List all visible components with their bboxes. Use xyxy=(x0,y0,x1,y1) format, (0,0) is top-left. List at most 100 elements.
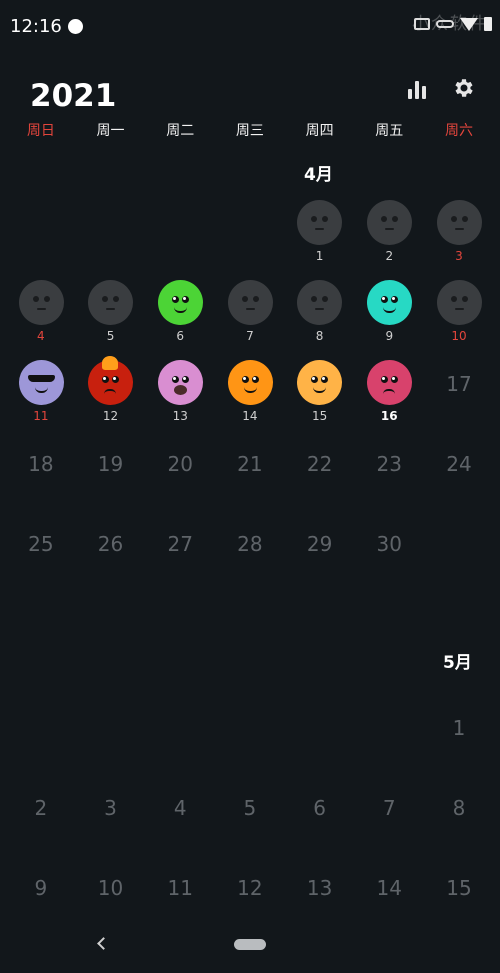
calendar-day-cell[interactable]: 11 xyxy=(6,358,76,438)
day-number: 29 xyxy=(306,532,333,556)
calendar-day-cell[interactable]: 2 xyxy=(354,198,424,278)
day-number: 12 xyxy=(237,876,263,900)
calendar-day-cell[interactable]: 6 xyxy=(285,782,355,862)
gear-icon[interactable] xyxy=(452,76,476,100)
day-number: 22 xyxy=(306,452,333,476)
year-title: 2021 xyxy=(30,78,117,114)
calendar-day-cell[interactable]: 19 xyxy=(76,438,146,518)
calendar-day-cell[interactable]: 29 xyxy=(285,518,355,598)
calendar-day-cell[interactable]: 4 xyxy=(6,278,76,358)
wifi-icon xyxy=(460,17,478,31)
calendar-day-cell[interactable]: 8 xyxy=(285,278,355,358)
day-number: 1 xyxy=(315,249,324,263)
calendar-day-cell[interactable]: 21 xyxy=(215,438,285,518)
day-number: 6 xyxy=(176,329,185,343)
calendar-day-cell[interactable]: 2 xyxy=(6,782,76,862)
weekday-header-row: 周日 周一 周二 周三 周四 周五 周六 xyxy=(6,120,494,140)
calendar-day-cell[interactable]: 17 xyxy=(424,358,494,438)
notification-dot-icon xyxy=(68,19,83,34)
calendar-day-cell[interactable]: 1 xyxy=(424,702,494,782)
day-number: 13 xyxy=(306,876,333,900)
day-number: 4 xyxy=(173,796,187,820)
calendar-day-cell[interactable]: 8 xyxy=(424,782,494,862)
calendar-day-cell[interactable]: 20 xyxy=(145,438,215,518)
calendar-day-cell[interactable]: 12 xyxy=(215,862,285,942)
orange-happy-face-icon xyxy=(227,360,273,405)
calendar-day-cell[interactable]: 5 xyxy=(215,782,285,862)
weekday-label: 周二 xyxy=(166,123,195,139)
weekday-label: 周日 xyxy=(26,123,55,139)
day-number: 9 xyxy=(385,329,394,343)
calendar-day-cell[interactable]: 28 xyxy=(215,518,285,598)
empty-mood-face-icon xyxy=(297,280,343,325)
day-number: 27 xyxy=(167,532,193,556)
day-number: 7 xyxy=(382,796,396,820)
calendar-day-cell[interactable]: 24 xyxy=(424,438,494,518)
calendar-blank-cell xyxy=(354,702,424,782)
day-number: 11 xyxy=(33,409,49,423)
calendar-day-cell[interactable]: 15 xyxy=(285,358,355,438)
may-grid: 1 2 3 4 5 6 7 8 9 10 11 12 13 14 15 xyxy=(6,702,494,942)
bar-chart-icon[interactable] xyxy=(408,79,430,99)
day-number: 5 xyxy=(106,329,115,343)
calendar-day-cell[interactable]: 9 xyxy=(354,278,424,358)
calendar-day-cell[interactable]: 27 xyxy=(145,518,215,598)
calendar-day-cell[interactable]: 9 xyxy=(6,862,76,942)
calendar-day-cell[interactable]: 3 xyxy=(76,782,146,862)
calendar-day-cell[interactable]: 10 xyxy=(76,862,146,942)
status-bar: 12:16 小众软件 xyxy=(0,0,500,54)
day-number: 7 xyxy=(246,329,254,343)
day-number: 1 xyxy=(452,716,466,740)
calendar-day-cell[interactable]: 5 xyxy=(76,278,146,358)
calendar-day-cell[interactable]: 13 xyxy=(285,862,355,942)
calendar-day-cell[interactable]: 4 xyxy=(145,782,215,862)
teal-splash-face-icon xyxy=(366,280,412,325)
day-number: 5 xyxy=(243,796,257,820)
calendar-day-cell[interactable]: 22 xyxy=(285,438,355,518)
calendar-day-cell[interactable]: 14 xyxy=(354,862,424,942)
day-number: 28 xyxy=(237,532,263,556)
month-label-april: 4月 xyxy=(304,165,333,185)
calendar-blank-cell xyxy=(76,702,146,782)
calendar-blank-cell xyxy=(215,702,285,782)
link-icon xyxy=(436,20,454,28)
day-number: 3 xyxy=(104,796,117,820)
calendar-day-cell[interactable]: 6 xyxy=(145,278,215,358)
empty-mood-face-icon xyxy=(366,200,412,245)
calendar-day-cell[interactable]: 10 xyxy=(424,278,494,358)
calendar-day-cell[interactable]: 25 xyxy=(6,518,76,598)
day-number: 6 xyxy=(313,796,326,820)
calendar-blank-cell xyxy=(215,198,285,278)
calendar-day-cell[interactable]: 23 xyxy=(354,438,424,518)
orange-thinking-face-icon xyxy=(297,360,343,405)
calendar-day-cell[interactable]: 18 xyxy=(6,438,76,518)
status-time: 12:16 xyxy=(10,16,62,37)
calendar-day-cell[interactable]: 11 xyxy=(145,862,215,942)
calendar-day-cell[interactable]: 12 xyxy=(76,356,146,438)
day-number: 24 xyxy=(446,452,472,476)
calendar-blank-cell xyxy=(145,702,215,782)
status-icons xyxy=(414,17,492,31)
mood-calendar-screen: 12:16 小众软件 2021 周日 周一 周二 周三 周四 周五 周六 4月 123456… xyxy=(0,0,500,973)
calendar-day-cell[interactable]: 3 xyxy=(424,198,494,278)
calendar-day-cell[interactable]: 30 xyxy=(354,518,424,598)
home-pill[interactable] xyxy=(234,939,266,950)
weekday-label: 周三 xyxy=(235,123,264,139)
calendar-day-cell[interactable]: 7 xyxy=(215,278,285,358)
empty-mood-face-icon xyxy=(297,200,343,245)
calendar-blank-cell xyxy=(285,702,355,782)
calendar-day-cell[interactable]: 13 xyxy=(145,358,215,438)
calendar-day-cell[interactable]: 16 xyxy=(354,358,424,438)
calendar-day-cell[interactable]: 7 xyxy=(354,782,424,862)
day-number: 15 xyxy=(446,876,472,900)
battery-icon xyxy=(484,17,492,31)
calendar-day-cell[interactable]: 15 xyxy=(424,862,494,942)
weekday-label: 周一 xyxy=(96,123,125,139)
calendar-day-cell[interactable]: 26 xyxy=(76,518,146,598)
empty-mood-face-icon xyxy=(436,280,482,325)
calendar-day-cell[interactable]: 14 xyxy=(215,358,285,438)
calendar-day-cell[interactable]: 1 xyxy=(285,198,355,278)
back-chevron-icon[interactable] xyxy=(96,935,108,951)
day-number: 18 xyxy=(28,452,54,476)
empty-mood-face-icon xyxy=(88,280,134,325)
